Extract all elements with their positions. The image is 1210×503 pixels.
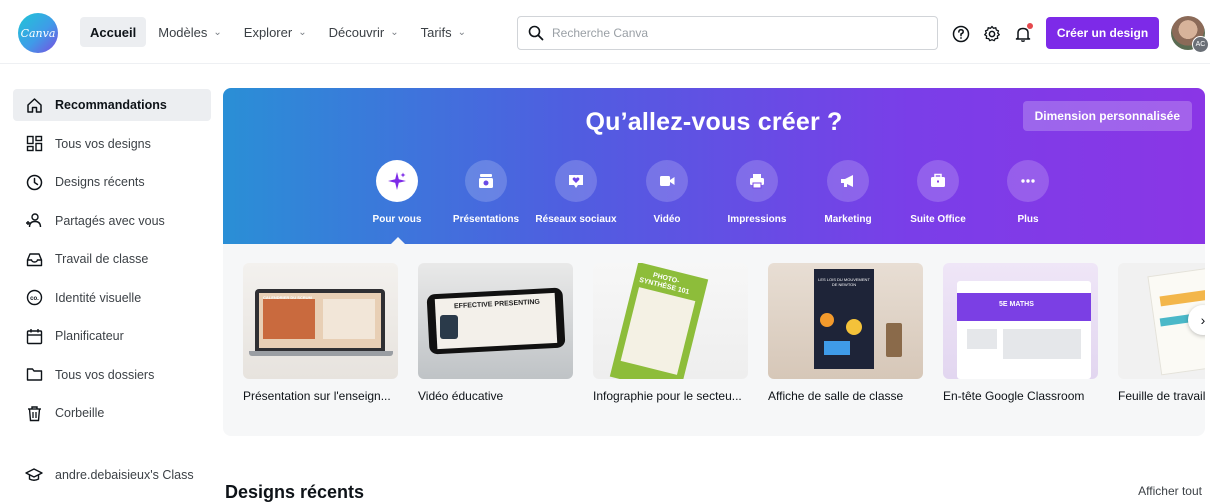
sidebar-item-recent-designs[interactable]: Designs récents xyxy=(13,166,211,198)
sidebar-item-planner[interactable]: Planificateur xyxy=(13,320,211,352)
grid-icon xyxy=(25,135,43,153)
notification-dot xyxy=(1027,23,1033,29)
template-card[interactable]: Feuille de travail xyxy=(1118,263,1205,403)
folder-icon xyxy=(25,366,43,384)
category-office[interactable]: Suite Office xyxy=(893,160,983,225)
search-input[interactable] xyxy=(552,26,912,40)
trash-icon xyxy=(25,404,43,422)
users-plus-icon xyxy=(25,212,43,230)
template-thumbnail: LES LOIS DU MOUVEMENT DE NEWTON xyxy=(768,263,923,379)
chevron-down-icon: ⌄ xyxy=(457,26,467,38)
calendar-icon xyxy=(25,327,43,345)
template-card[interactable]: 5E MATHS En-tête Google Classroom xyxy=(943,263,1098,403)
svg-text:co.: co. xyxy=(30,296,39,302)
sidebar-item-brand[interactable]: co. Identité visuelle xyxy=(13,282,211,314)
chevron-right-icon: › xyxy=(1200,312,1205,328)
recent-designs-heading: Designs récents xyxy=(225,482,365,502)
create-design-button[interactable]: Créer un design xyxy=(1046,17,1159,49)
printer-icon xyxy=(736,160,778,202)
category-social[interactable]: Réseaux sociaux xyxy=(531,160,621,225)
avatar[interactable]: AC xyxy=(1171,16,1209,53)
sparkle-icon xyxy=(376,160,418,202)
template-thumbnail: EFFECTIVE PRESENTING xyxy=(418,263,573,379)
bell-icon[interactable] xyxy=(1013,23,1033,44)
clock-icon xyxy=(25,173,43,191)
sidebar-item-recommendations[interactable]: Recommandations xyxy=(13,89,211,121)
category-presentations[interactable]: Présentations xyxy=(441,160,531,225)
nav-home[interactable]: Accueil xyxy=(80,17,147,47)
top-bar: Canva Accueil Modèles ⌄ Explorer ⌄ Découvr… xyxy=(0,0,1210,64)
sidebar-item-class[interactable]: andre.debaisieux's Class xyxy=(13,459,211,491)
nav-discover[interactable]: Découvrir ⌄ xyxy=(319,17,409,47)
template-thumbnail: CALENDRIER DU SCRUM xyxy=(243,263,398,379)
settings-icon[interactable] xyxy=(982,24,1002,44)
chevron-down-icon: ⌄ xyxy=(213,26,222,38)
hero-banner: Qu’allez-vous créer ? Dimension personna… xyxy=(223,88,1205,244)
template-card[interactable]: CALENDRIER DU SCRUM Présentation sur l'e… xyxy=(243,263,398,403)
see-all-link[interactable]: Afficher tout xyxy=(1138,484,1202,498)
chevron-down-icon: ⌄ xyxy=(390,26,399,38)
template-card[interactable]: PHOTO-SYNTHÈSE 101 Infographie pour le s… xyxy=(593,263,748,403)
category-video[interactable]: Vidéo xyxy=(622,160,712,225)
sidebar-item-folders[interactable]: Tous vos dossiers xyxy=(13,359,211,391)
class-section: andre.debaisieux's Class xyxy=(13,459,211,498)
sidebar: Recommandations Tous vos designs Designs… xyxy=(13,89,211,436)
category-for-you[interactable]: Pour vous xyxy=(352,160,442,225)
video-icon xyxy=(646,160,688,202)
category-more[interactable]: Plus xyxy=(983,160,1073,225)
template-thumbnail: PHOTO-SYNTHÈSE 101 xyxy=(593,263,748,379)
chevron-down-icon: ⌄ xyxy=(298,26,307,38)
tray-icon xyxy=(25,250,43,268)
sidebar-item-shared[interactable]: Partagés avec vous xyxy=(13,205,211,237)
canva-logo[interactable]: Canva xyxy=(18,13,58,53)
search-icon xyxy=(528,25,544,41)
custom-size-button[interactable]: Dimension personnalisée xyxy=(1022,101,1192,131)
sidebar-item-classwork[interactable]: Travail de classe xyxy=(13,243,211,275)
graduation-cap-icon xyxy=(25,466,43,484)
sidebar-item-trash[interactable]: Corbeille xyxy=(13,397,211,429)
presentation-icon xyxy=(465,160,507,202)
nav-templates[interactable]: Modèles ⌄ xyxy=(148,17,232,47)
template-card[interactable]: EFFECTIVE PRESENTING Vidéo éducative xyxy=(418,263,573,403)
more-icon xyxy=(1007,160,1049,202)
megaphone-icon xyxy=(827,160,869,202)
search-bar[interactable] xyxy=(517,16,938,50)
main-nav: Accueil Modèles ⌄ Explorer ⌄ Découvrir ⌄ Ta… xyxy=(80,17,478,47)
nav-pricing[interactable]: Tarifs ⌄ xyxy=(411,17,476,47)
category-print[interactable]: Impressions xyxy=(712,160,802,225)
heart-chat-icon xyxy=(555,160,597,202)
nav-explore[interactable]: Explorer ⌄ xyxy=(234,17,317,47)
help-icon[interactable] xyxy=(951,24,971,44)
briefcase-icon xyxy=(917,160,959,202)
category-marketing[interactable]: Marketing xyxy=(803,160,893,225)
avatar-initials: AC xyxy=(1192,36,1209,53)
template-carousel: CALENDRIER DU SCRUM Présentation sur l'e… xyxy=(223,244,1205,436)
sidebar-item-all-designs[interactable]: Tous vos designs xyxy=(13,128,211,160)
template-card[interactable]: LES LOIS DU MOUVEMENT DE NEWTON Affiche … xyxy=(768,263,923,403)
brand-icon: co. xyxy=(25,289,43,307)
template-thumbnail: 5E MATHS xyxy=(943,263,1098,379)
home-icon xyxy=(25,96,43,114)
